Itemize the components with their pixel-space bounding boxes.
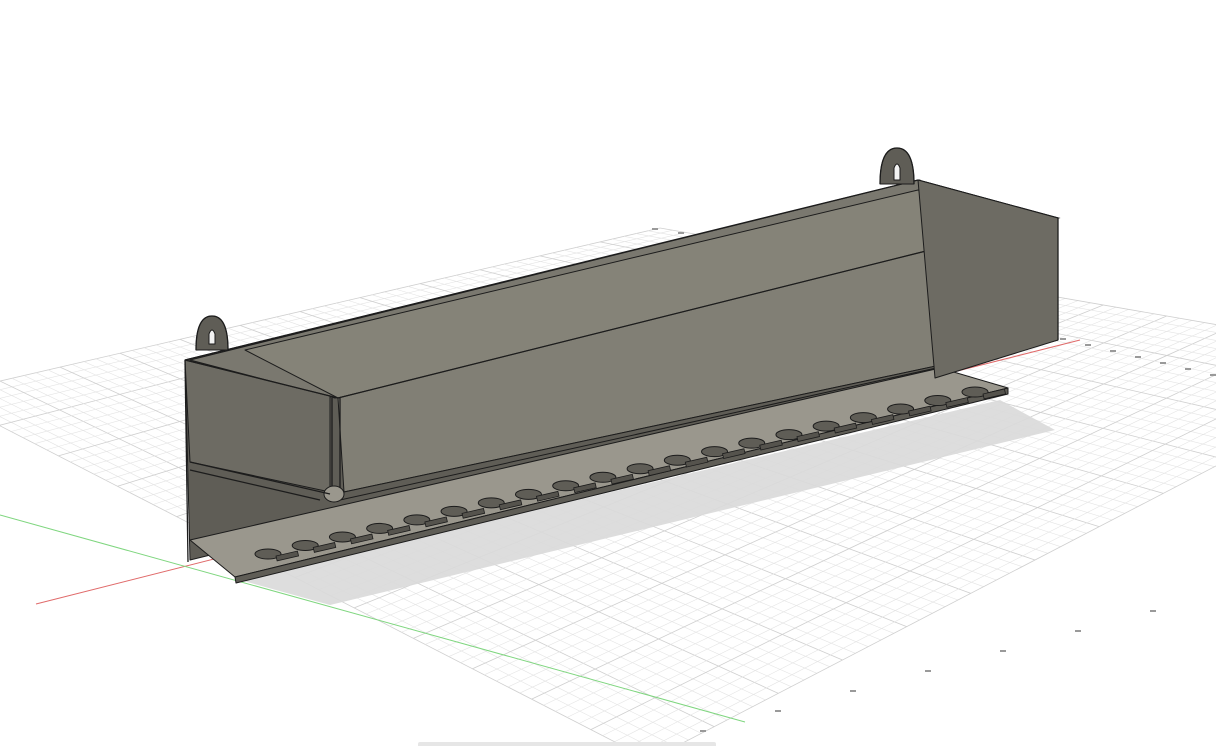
right-end-wall[interactable] [917,179,1059,379]
scene-canvas[interactable] [0,0,1216,746]
3d-viewport[interactable] [0,0,1216,746]
edge-tick [1000,650,1006,652]
edge-tick [850,690,856,692]
edge-tick [925,670,931,672]
view-cube-bar [418,742,716,746]
edge-tick [1085,344,1091,346]
edge-tick [700,730,706,732]
edge-tick [1110,350,1116,352]
edge-tick [1060,338,1066,340]
edge-tick [678,232,684,234]
hanger-tab-right[interactable] [879,147,915,185]
corner-foot [323,485,345,503]
edge-tick [1150,610,1156,612]
edge-tick [775,710,781,712]
edge-tick [1210,374,1216,376]
edge-tick [1160,362,1166,364]
edge-tick [1185,368,1191,370]
keyhole-right [893,163,901,181]
edge-tick [1135,356,1141,358]
edge-tick [1075,630,1081,632]
keyhole-left [208,329,216,345]
hanger-tab-left[interactable] [195,315,229,351]
edge-tick [652,228,658,230]
